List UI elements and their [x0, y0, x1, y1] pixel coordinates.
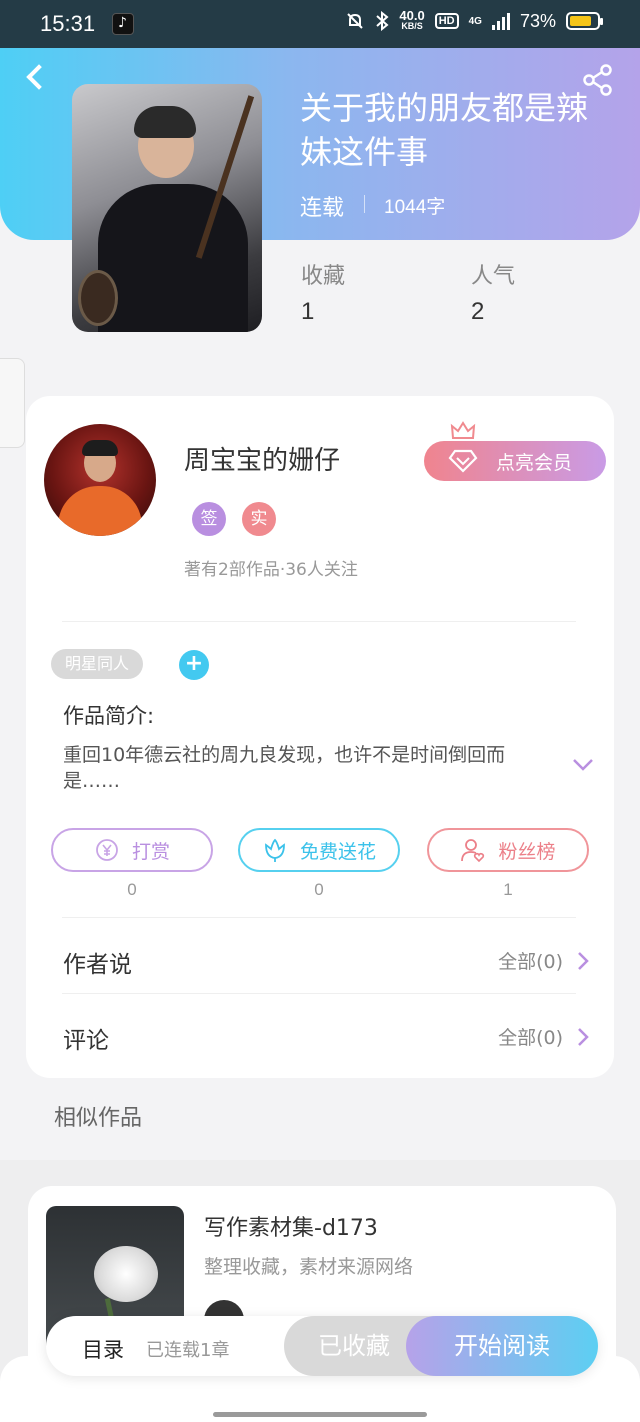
reward-count: 0 — [127, 880, 137, 899]
comments-row[interactable]: 评论 全部(0) — [63, 999, 589, 1073]
table-of-contents-button[interactable]: 目录 — [82, 1334, 124, 1364]
battery-percent: 73% — [519, 10, 556, 31]
member-button-label: 点亮会员 — [496, 451, 573, 474]
send-flower-button[interactable]: 免费送花 — [238, 828, 400, 872]
net-speed-value: 40.0 — [399, 8, 425, 23]
author-notes-row[interactable]: 作者说 全部(0) — [63, 923, 589, 997]
mute-bell-icon — [347, 13, 364, 29]
verified-badge: 实 — [242, 502, 276, 536]
user-heart-icon — [461, 839, 485, 863]
fan-ranking-label: 粉丝榜 — [498, 840, 556, 863]
similar-works-heading: 相似作品 — [54, 1106, 143, 1131]
network-type: 4G — [468, 15, 482, 27]
yen-coin-icon — [96, 839, 118, 861]
synopsis-text: 重回10年德云社的周九良发现，也许不是时间倒回而是…… — [63, 744, 506, 792]
author-card: 周宝宝的姗仔 点亮会员 签 实 著有2部作品·36人关注 明星同人 + 作品简介… — [26, 396, 614, 1078]
home-indicator[interactable] — [213, 1412, 427, 1417]
diamond-icon — [448, 449, 478, 473]
book-cover-image[interactable] — [72, 84, 262, 332]
divider — [364, 195, 365, 213]
send-flower-label: 免费送花 — [299, 840, 376, 863]
author-name[interactable]: 周宝宝的姗仔 — [184, 440, 340, 477]
stat-value-favorites: 1 — [301, 298, 315, 325]
tiktok-notification-icon — [112, 13, 134, 35]
reward-button[interactable]: 打赏 — [51, 828, 213, 872]
author-notes-value: 全部(0) — [498, 951, 563, 973]
similar-work-desc: 整理收藏，素材来源网络 — [204, 1256, 414, 1278]
stat-label-popularity: 人气 — [471, 264, 516, 289]
bluetooth-icon — [376, 11, 389, 31]
flower-icon — [265, 838, 285, 862]
divider — [62, 917, 576, 918]
reward-label: 打赏 — [131, 840, 170, 863]
start-reading-button[interactable]: 开始阅读 — [406, 1316, 598, 1376]
crown-icon — [450, 421, 476, 439]
net-speed: 40.0 KB/S — [399, 8, 425, 32]
comments-label: 评论 — [63, 1028, 109, 1054]
author-avatar[interactable] — [44, 424, 156, 536]
fan-ranking-button[interactable]: 粉丝榜 — [427, 828, 589, 872]
genre-tag[interactable]: 明星同人 — [51, 649, 144, 679]
comments-value: 全部(0) — [498, 1027, 563, 1049]
stat-value-popularity: 2 — [471, 298, 485, 325]
hd-badge: HD — [434, 13, 459, 29]
member-button[interactable]: 点亮会员 — [424, 441, 606, 481]
synopsis-title: 作品简介: — [63, 704, 155, 728]
serial-status: 连载 — [300, 196, 345, 221]
status-bar: 15:31 40.0 KB/S HD 4G 73% — [0, 0, 640, 48]
fan-count: 1 — [503, 880, 513, 899]
chevron-right-icon — [578, 952, 589, 970]
chevron-down-icon[interactable] — [572, 758, 594, 772]
author-meta: 著有2部作品·36人关注 — [184, 560, 358, 580]
status-icons: 40.0 KB/S HD 4G 73% — [345, 8, 603, 32]
signal-icon — [491, 12, 510, 30]
author-notes-label: 作者说 — [63, 952, 132, 978]
back-button[interactable] — [20, 60, 56, 96]
flower-count: 0 — [314, 880, 324, 899]
add-tag-button[interactable]: + — [179, 650, 209, 680]
chevron-right-icon — [578, 1028, 589, 1046]
bottom-action-bar: 目录 已连载1章 已收藏 开始阅读 — [46, 1316, 598, 1376]
similar-work-title: 写作素材集-d173 — [204, 1216, 378, 1241]
net-speed-unit: KB/S — [401, 21, 423, 31]
signed-badge: 签 — [192, 502, 226, 536]
side-drawer-handle[interactable] — [0, 358, 25, 448]
stat-label-favorites: 收藏 — [301, 264, 346, 289]
battery-icon — [566, 12, 603, 30]
word-count: 1044字 — [384, 197, 446, 218]
divider — [62, 993, 576, 994]
status-time: 15:31 — [40, 11, 96, 36]
chapter-count: 已连载1章 — [146, 1340, 230, 1361]
book-title: 关于我的朋友都是辣妹这件事 — [300, 89, 589, 171]
divider — [62, 621, 576, 622]
